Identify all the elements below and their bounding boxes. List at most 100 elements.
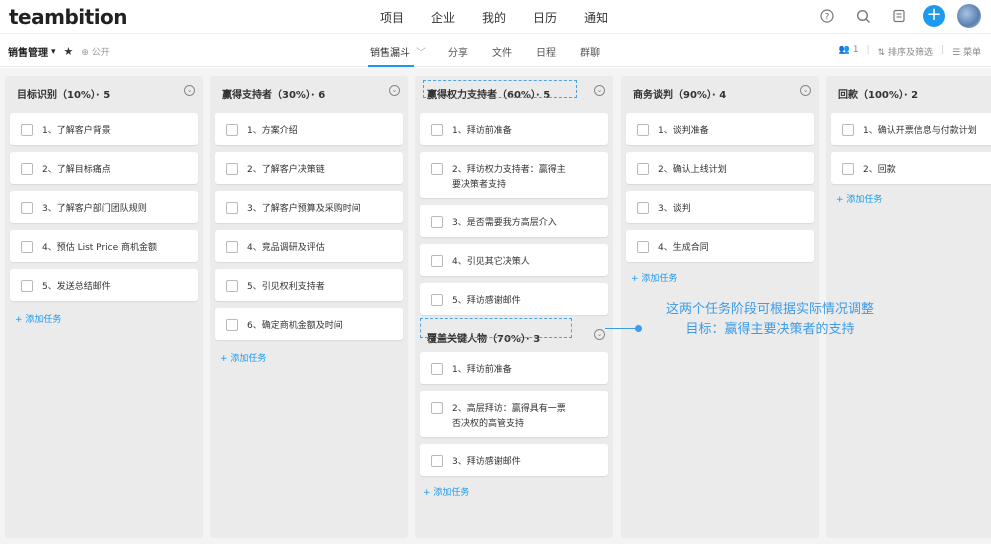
task-checkbox[interactable] [226, 280, 238, 292]
task-checkbox[interactable] [431, 124, 443, 136]
app-logo[interactable]: teambition [9, 5, 128, 29]
task-card[interactable]: 3、是否需要我方高层介入 [420, 205, 608, 237]
task-checkbox[interactable] [842, 124, 854, 136]
annotation-line: 目标：赢得主要决策者的支持 [685, 322, 855, 337]
task-card[interactable]: 1、方案介绍 [215, 113, 403, 145]
task-title: 3、拜访感谢邮件 [452, 457, 521, 467]
task-checkbox[interactable] [21, 280, 33, 292]
task-card[interactable]: 5、引见权利支持者 [215, 269, 403, 301]
task-checkbox[interactable] [226, 124, 238, 136]
tab-sales-funnel[interactable]: 销售漏斗 [368, 44, 414, 67]
visibility-badge[interactable]: ⊕ 公开 [81, 45, 109, 58]
highlight-box [423, 80, 577, 98]
task-card[interactable]: 2、高层拜访：赢得具有一票否决权的高管支持 [420, 391, 608, 437]
task-checkbox[interactable] [431, 255, 443, 267]
task-checkbox[interactable] [431, 455, 443, 467]
stage-menu-icon[interactable]: ⌄ [389, 85, 400, 96]
nav-notifications[interactable]: 通知 [584, 9, 608, 26]
task-card[interactable]: 3、谈判 [626, 191, 814, 223]
task-title: 1、拜访前准备 [452, 365, 512, 375]
project-bar: 销售管理 ▾ ★ ⊕ 公开 销售漏斗 ﹀ 分享 文件 日程 群聊 👥 1 | ⇅… [0, 35, 991, 67]
tab-files[interactable]: 文件 [492, 44, 512, 59]
add-task-button[interactable]: + 添加任务 [631, 271, 677, 284]
view-switch-icon[interactable]: ﹀ [416, 44, 426, 59]
task-card[interactable]: 4、生成合同 [626, 230, 814, 262]
members-button[interactable]: 👥 1 [839, 45, 859, 58]
task-checkbox[interactable] [226, 319, 238, 331]
task-checkbox[interactable] [637, 124, 649, 136]
task-card[interactable]: 2、了解客户决策链 [215, 152, 403, 184]
task-checkbox[interactable] [21, 124, 33, 136]
task-checkbox[interactable] [637, 241, 649, 253]
task-checkbox[interactable] [842, 163, 854, 175]
add-task-button[interactable]: + 添加任务 [220, 351, 266, 364]
star-icon[interactable]: ★ [64, 45, 74, 58]
task-card[interactable]: 2、回款 [831, 152, 991, 184]
task-card[interactable]: 2、拜访权力支持者：赢得主要决策者支持 [420, 152, 608, 198]
task-title: 5、发送总结邮件 [42, 282, 111, 292]
task-card[interactable]: 5、发送总结邮件 [10, 269, 198, 301]
task-card[interactable]: 1、谈判准备 [626, 113, 814, 145]
nav-calendar[interactable]: 日历 [533, 9, 557, 26]
task-card[interactable]: 1、拜访前准备 [420, 352, 608, 384]
tab-group-chat[interactable]: 群聊 [580, 44, 600, 59]
task-card[interactable]: 5、拜访感谢邮件 [420, 283, 608, 315]
nav-mine[interactable]: 我的 [482, 9, 506, 26]
add-task-button[interactable]: + 添加任务 [15, 312, 61, 325]
divider: | [941, 45, 945, 55]
task-card[interactable]: 2、确认上线计划 [626, 152, 814, 184]
task-checkbox[interactable] [431, 363, 443, 375]
task-card[interactable]: 6、确定商机金额及时间 [215, 308, 403, 340]
task-card[interactable]: 1、拜访前准备 [420, 113, 608, 145]
task-checkbox[interactable] [226, 163, 238, 175]
add-task-button[interactable]: + 添加任务 [836, 192, 882, 205]
search-icon[interactable] [851, 4, 875, 28]
task-card[interactable]: 1、了解客户背景 [10, 113, 198, 145]
stage-menu-icon[interactable]: ⌄ [594, 329, 605, 340]
task-checkbox[interactable] [431, 402, 443, 414]
avatar[interactable] [957, 4, 981, 28]
task-checkbox[interactable] [226, 202, 238, 214]
task-checkbox[interactable] [21, 163, 33, 175]
stage-title[interactable]: 赢得支持者（30%）· 6 [222, 86, 325, 101]
task-card[interactable]: 4、竞品调研及评估 [215, 230, 403, 262]
stage-title[interactable]: 目标识别（10%）· 5 [17, 86, 110, 101]
tab-share[interactable]: 分享 [448, 44, 468, 59]
menu-button[interactable]: ☰ 菜单 [952, 45, 981, 58]
task-card[interactable]: 4、引见其它决策人 [420, 244, 608, 276]
stage-title[interactable]: 回款（100%）· 2 [838, 86, 918, 101]
stage-title[interactable]: 商务谈判（90%）· 4 [633, 86, 726, 101]
tab-schedule[interactable]: 日程 [536, 44, 556, 59]
help-icon[interactable]: ? [815, 4, 839, 28]
task-title: 1、确认开票信息与付款计划 [863, 126, 977, 136]
task-card[interactable]: 3、了解客户预算及采购时间 [215, 191, 403, 223]
task-card[interactable]: 1、确认开票信息与付款计划 [831, 113, 991, 145]
task-checkbox[interactable] [637, 163, 649, 175]
task-checkbox[interactable] [431, 163, 443, 175]
task-title: 4、引见其它决策人 [452, 257, 530, 267]
sort-filter-button[interactable]: ⇅ 排序及筛选 [878, 45, 933, 58]
stage-menu-icon[interactable]: ⌄ [800, 85, 811, 96]
stage-menu-icon[interactable]: ⌄ [594, 85, 605, 96]
task-title: 4、竞品调研及评估 [247, 243, 325, 253]
nav-enterprise[interactable]: 企业 [431, 9, 455, 26]
task-card[interactable]: 3、拜访感谢邮件 [420, 444, 608, 476]
add-task-button[interactable]: + 添加任务 [423, 485, 469, 498]
task-card[interactable]: 2、了解目标痛点 [10, 152, 198, 184]
task-checkbox[interactable] [21, 202, 33, 214]
task-title: 4、生成合同 [658, 243, 709, 253]
notes-icon[interactable] [887, 4, 911, 28]
project-name[interactable]: 销售管理 [8, 44, 48, 59]
task-card[interactable]: 3、了解客户部门团队规则 [10, 191, 198, 223]
task-checkbox[interactable] [226, 241, 238, 253]
task-checkbox[interactable] [637, 202, 649, 214]
task-card[interactable]: 4、预估 List Price 商机金额 [10, 230, 198, 262]
task-checkbox[interactable] [431, 216, 443, 228]
stage-menu-icon[interactable]: ⌄ [184, 85, 195, 96]
task-checkbox[interactable] [21, 241, 33, 253]
task-checkbox[interactable] [431, 294, 443, 306]
chevron-down-icon[interactable]: ▾ [51, 47, 56, 57]
task-title: 2、确认上线计划 [658, 165, 727, 175]
nav-projects[interactable]: 项目 [380, 9, 404, 26]
create-button[interactable]: + [923, 5, 945, 27]
